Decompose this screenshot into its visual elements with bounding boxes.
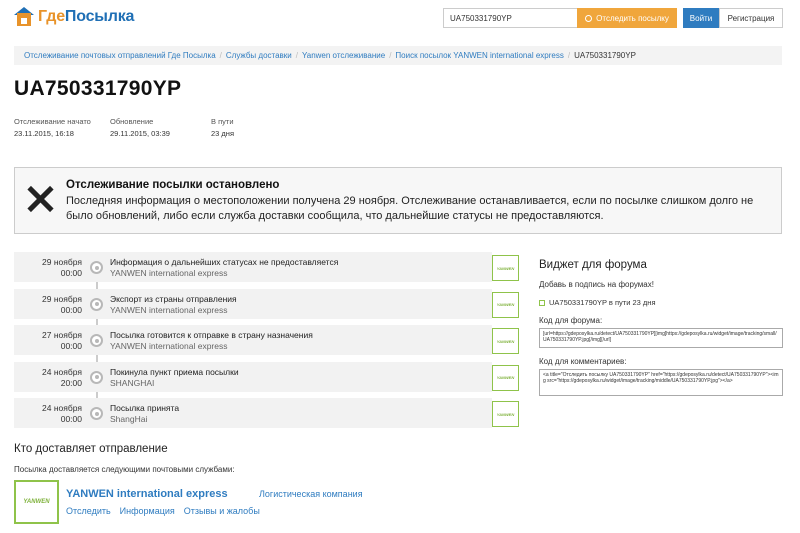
forum-code-label: Код для форума: [539, 316, 603, 325]
breadcrumb-link-home[interactable]: Отслеживание почтовых отправлений Где По… [24, 51, 216, 60]
alert-message: Последняя информация о местоположении по… [66, 195, 754, 222]
register-button[interactable]: Регистрация [719, 8, 783, 28]
yanwen-logo-icon[interactable]: YANWEN [492, 255, 519, 281]
yanwen-logo-icon[interactable]: YANWEN [492, 364, 519, 391]
site-logo[interactable]: ГдеПосылка [14, 6, 134, 28]
event-datetime: 27 ноября 00:00 [42, 330, 82, 351]
widget-title: Виджет для форума [539, 259, 647, 271]
login-button[interactable]: Войти [683, 8, 719, 28]
comment-code-textarea[interactable]: <a title="Отследить посылку UA750331790Y… [539, 369, 783, 396]
timeline-dot-icon [90, 261, 103, 274]
breadcrumb-link-search[interactable]: Поиск посылок YANWEN international expre… [395, 51, 563, 60]
track-parcel-button[interactable]: Отследить посылку [577, 8, 677, 28]
meta-transit-value: 23 дня [211, 129, 235, 138]
timeline-event: 24 ноября 00:00 Посылка принята ShangHai Y… [14, 398, 519, 435]
meta-started-value: 23.11.2015, 16:18 [14, 129, 74, 138]
meta-updated: Обновление 29.11.2015, 03:39 [110, 116, 170, 140]
event-datetime: 24 ноября 20:00 [42, 366, 82, 388]
breadcrumb-current: UA750331790YP [574, 51, 636, 60]
carrier-name-link[interactable]: YANWEN international express [66, 488, 228, 500]
yanwen-logo-icon[interactable]: YANWEN [492, 401, 519, 427]
widget-preview: UA750331790YP в пути 23 дня [539, 298, 783, 307]
meta-started-label: Отслеживание начато [14, 117, 91, 126]
yanwen-logo-icon[interactable]: YANWEN [492, 328, 519, 354]
timeline-event: 29 ноября 00:00 Экспорт из страны отправл… [14, 288, 519, 326]
widget-subtitle: Добавь в подпись на форумах! [539, 280, 654, 289]
timeline-dot-icon [90, 370, 103, 384]
logo-text: ГдеПосылка [38, 8, 134, 26]
tracking-timeline: 29 ноября 00:00 Информация о дальнейших с… [14, 252, 519, 435]
tracking-stopped-alert: Отслеживание посылки остановлено Последн… [14, 167, 782, 234]
search-icon [585, 14, 593, 22]
event-text: Информация о дальнейших статусах не пред… [110, 257, 339, 278]
meta-updated-label: Обновление [110, 117, 154, 126]
carrier-links: Отследить Информация Отзывы и жалобы [66, 506, 260, 516]
meta-updated-value: 29.11.2015, 03:39 [110, 129, 170, 138]
timeline-dot-icon [90, 407, 103, 420]
page-title: UA750331790YP [14, 77, 182, 100]
alert-title: Отслеживание посылки остановлено [66, 179, 280, 191]
event-datetime: 24 ноября 00:00 [42, 403, 82, 424]
timeline-dot-icon [90, 334, 103, 347]
breadcrumb-link-yanwen[interactable]: Yanwen отслеживание [302, 51, 385, 60]
logo-house-icon [14, 7, 34, 27]
carrier-section-title: Кто доставляет отправление [14, 443, 168, 455]
carrier-info-link[interactable]: Информация [120, 506, 175, 516]
event-datetime: 29 ноября 00:00 [42, 257, 82, 278]
track-parcel-label: Отследить посылку [596, 13, 669, 23]
carrier-track-link[interactable]: Отследить [66, 506, 111, 516]
widget-preview-icon [539, 299, 545, 306]
breadcrumb-separator: / [219, 51, 222, 60]
breadcrumb-separator: / [389, 51, 392, 60]
event-text: Покинула пункт приема посылки SHANGHAI [110, 366, 239, 388]
breadcrumb: Отслеживание почтовых отправлений Где По… [14, 46, 782, 65]
carrier-section-subtitle: Посылка доставляется следующими почтовым… [14, 465, 235, 474]
yanwen-carrier-logo-icon[interactable]: YANWEN [14, 480, 59, 524]
timeline-dot-icon [90, 297, 103, 311]
yanwen-logo-icon[interactable]: YANWEN [492, 291, 519, 318]
event-text: Посылка готовится к отправке в страну на… [110, 330, 313, 351]
breadcrumb-link-services[interactable]: Службы доставки [226, 51, 292, 60]
forum-code-textarea[interactable]: [url=https://gdeposylka.ru/detect/UA7503… [539, 328, 783, 348]
carrier-type-link[interactable]: Логистическая компания [259, 489, 363, 499]
tracking-search-input[interactable] [443, 8, 577, 28]
logo-text-part2: Посылка [64, 8, 135, 25]
event-text: Посылка принята ShangHai [110, 403, 180, 424]
carrier-reviews-link[interactable]: Отзывы и жалобы [184, 506, 260, 516]
meta-transit-label: В пути [211, 117, 234, 126]
close-x-icon [27, 186, 53, 212]
forum-widget: Виджет для форума Добавь в подпись на фо… [539, 259, 783, 396]
timeline-event: 29 ноября 00:00 Информация о дальнейших с… [14, 252, 519, 289]
timeline-event: 24 ноября 20:00 Покинула пункт приема пос… [14, 361, 519, 399]
event-text: Экспорт из страны отправления YANWEN inte… [110, 293, 237, 315]
breadcrumb-separator: / [567, 51, 571, 60]
widget-preview-text: UA750331790YP в пути 23 дня [549, 298, 656, 307]
event-datetime: 29 ноября 00:00 [42, 293, 82, 315]
meta-started: Отслеживание начато 23.11.2015, 16:18 [14, 116, 91, 140]
logo-text-part1: Где [38, 8, 65, 25]
breadcrumb-separator: / [295, 51, 298, 60]
meta-transit: В пути 23 дня [211, 116, 234, 140]
comment-code-label: Код для комментариев: [539, 357, 627, 366]
timeline-event: 27 ноября 00:00 Посылка готовится к отпра… [14, 325, 519, 362]
